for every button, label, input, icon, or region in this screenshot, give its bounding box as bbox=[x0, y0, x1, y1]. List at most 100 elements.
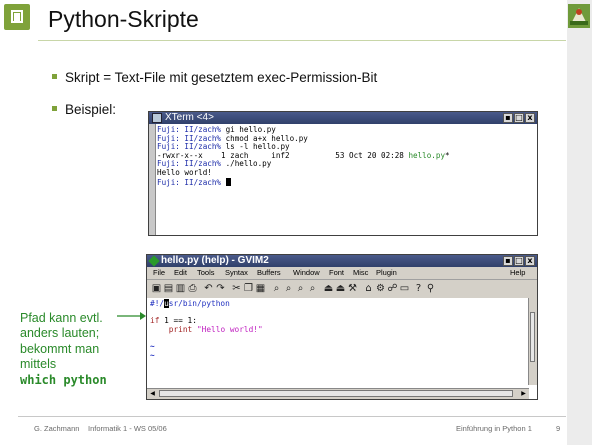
bullet-item: Skript = Text-File mit gesetztem exec-Pe… bbox=[52, 70, 377, 85]
annotation: Pfad kann evtl. anders lauten; bekommt m… bbox=[20, 311, 107, 388]
annotation-line: anders lauten; bbox=[20, 326, 100, 341]
find-help-icon[interactable]: ⚲ bbox=[425, 283, 436, 294]
close-button[interactable]: x bbox=[525, 256, 535, 266]
program-output: Hello world! bbox=[157, 167, 212, 177]
terminal-cursor bbox=[225, 177, 231, 186]
minimize-button[interactable]: ▪ bbox=[503, 113, 513, 123]
tags-icon[interactable]: ⚙ bbox=[375, 283, 386, 294]
shell-prompt: Fuji: II/zach% bbox=[157, 177, 222, 187]
run-script-icon[interactable]: ⏏ bbox=[335, 283, 346, 294]
gvim-toolbar: ▣ ▤ ▥ ⎙ ↶ ↷ ✂ ❐ ▦ ⌕ ⌕ ⌕ ⌕ ⏏ ⏏ ⚒ ⌂ ⚙ ☍ ▭ … bbox=[147, 280, 537, 299]
menu-edit[interactable]: Edit bbox=[174, 267, 187, 279]
editor-area[interactable]: #!/usr/bin/python if 1 == 1: print "Hell… bbox=[147, 298, 529, 385]
horizontal-scrollbar[interactable]: ◀ ▶ bbox=[147, 388, 529, 399]
person-logo bbox=[568, 4, 590, 28]
redo-icon[interactable]: ↷ bbox=[215, 283, 226, 294]
save-all-icon[interactable]: ▥ bbox=[175, 283, 186, 294]
listing-suffix: * bbox=[445, 150, 450, 160]
xterm-titlebar[interactable]: XTerm <4> ▪ □ x bbox=[149, 112, 537, 124]
tree-logo bbox=[4, 4, 30, 30]
menu-window[interactable]: Window bbox=[293, 267, 320, 279]
close-button[interactable]: x bbox=[525, 113, 535, 123]
terminal-line: Fuji: II/zach% bbox=[157, 177, 231, 187]
folder-icon[interactable]: ▭ bbox=[399, 283, 410, 294]
side-band bbox=[567, 0, 592, 445]
print-keyword: print bbox=[168, 324, 193, 334]
maximize-button[interactable]: □ bbox=[514, 113, 524, 123]
gvim-window[interactable]: hello.py (help) - GVIM2 ▪ □ x File Edit … bbox=[146, 254, 538, 400]
arrow-icon bbox=[117, 312, 146, 320]
menu-font[interactable]: Font bbox=[329, 267, 344, 279]
window-buttons: ▪ □ x bbox=[503, 256, 535, 266]
vim-icon bbox=[148, 255, 160, 267]
gvim-titlebar[interactable]: hello.py (help) - GVIM2 ▪ □ x bbox=[147, 255, 537, 267]
footer-course: Informatik 1 - WS 05/06 bbox=[88, 424, 167, 433]
terminal-icon bbox=[152, 113, 162, 123]
command-text: ./hello.py bbox=[221, 159, 272, 169]
menu-tools[interactable]: Tools bbox=[197, 267, 215, 279]
print-icon[interactable]: ⎙ bbox=[187, 283, 198, 294]
bullet-text: Skript = Text-File mit gesetztem exec-Pe… bbox=[65, 70, 378, 85]
find-prev-icon[interactable]: ⌕ bbox=[295, 283, 306, 294]
xterm-window[interactable]: XTerm <4> ▪ □ x Fuji: II/zach% gi hello.… bbox=[148, 111, 538, 236]
bullet-text: Beispiel: bbox=[65, 102, 117, 117]
scroll-thumb[interactable] bbox=[159, 390, 513, 397]
replace-icon[interactable]: ⌕ bbox=[271, 283, 282, 294]
bullet-item: Beispiel: bbox=[52, 102, 116, 117]
gvim-title: hello.py (help) - GVIM2 bbox=[161, 255, 269, 266]
open-icon[interactable]: ▣ bbox=[151, 283, 162, 294]
slide: Python-Skripte Skript = Text-File mit ge… bbox=[0, 0, 592, 445]
annotation-command: which python bbox=[20, 372, 107, 387]
footer-divider bbox=[18, 416, 566, 417]
undo-icon[interactable]: ↶ bbox=[203, 283, 214, 294]
cut-icon[interactable]: ✂ bbox=[231, 283, 242, 294]
shebang-head: #!/ bbox=[150, 299, 165, 308]
paste-icon[interactable]: ▦ bbox=[255, 283, 266, 294]
logo-mark bbox=[14, 13, 20, 21]
page-number: 9 bbox=[556, 424, 561, 433]
vertical-scrollbar[interactable] bbox=[528, 298, 537, 385]
terminal-line: Hello world! bbox=[157, 168, 212, 177]
scroll-right-icon[interactable]: ▶ bbox=[519, 389, 528, 398]
menu-misc[interactable]: Misc bbox=[353, 267, 368, 279]
scroll-left-icon[interactable]: ◀ bbox=[148, 389, 157, 398]
gvim-menubar: File Edit Tools Syntax Buffers Window Fo… bbox=[147, 267, 537, 280]
save-session-icon[interactable]: ⏏ bbox=[323, 283, 334, 294]
load-session-icon[interactable]: ⌕ bbox=[307, 283, 318, 294]
jump-icon[interactable]: ☍ bbox=[387, 283, 398, 294]
find-next-icon[interactable]: ⌕ bbox=[283, 283, 294, 294]
if-keyword: if bbox=[150, 316, 160, 326]
maximize-button[interactable]: □ bbox=[514, 256, 524, 266]
bullet-square-icon bbox=[52, 74, 57, 79]
annotation-line: mittels bbox=[20, 357, 57, 372]
empty-line-marker: ~ bbox=[150, 350, 155, 360]
save-icon[interactable]: ▤ bbox=[163, 283, 174, 294]
minimize-button[interactable]: ▪ bbox=[503, 256, 513, 266]
bullet-square-icon bbox=[52, 106, 57, 111]
menu-syntax[interactable]: Syntax bbox=[225, 267, 248, 279]
terminal-output: Fuji: II/zach% gi hello.py Fuji: II/zach… bbox=[157, 125, 450, 187]
page-title: Python-Skripte bbox=[48, 6, 199, 32]
help-icon[interactable]: ? bbox=[413, 283, 424, 294]
footer-author: G. Zachmann bbox=[34, 424, 80, 433]
menu-plugin[interactable]: Plugin bbox=[376, 267, 397, 279]
annotation-line: bekommt man bbox=[20, 341, 100, 356]
shebang-tail: sr/bin/python bbox=[168, 299, 230, 308]
code-buffer[interactable]: #!/usr/bin/python if 1 == 1: print "Hell… bbox=[150, 299, 263, 360]
scroll-thumb[interactable] bbox=[530, 312, 535, 362]
menu-buffers[interactable]: Buffers bbox=[257, 267, 281, 279]
menu-file[interactable]: File bbox=[153, 267, 165, 279]
terminal-body[interactable]: Fuji: II/zach% gi hello.py Fuji: II/zach… bbox=[149, 124, 537, 235]
xterm-title: XTerm <4> bbox=[165, 112, 214, 123]
annotation-line: Pfad kann evtl. bbox=[20, 311, 103, 325]
title-divider bbox=[38, 40, 566, 41]
terminal-scrollbar[interactable] bbox=[149, 124, 156, 235]
footer-chapter: Einführung in Python 1 bbox=[456, 424, 532, 433]
shell-icon[interactable]: ⌂ bbox=[363, 283, 374, 294]
make-icon[interactable]: ⚒ bbox=[347, 283, 358, 294]
string-literal: "Hello world!" bbox=[196, 324, 263, 334]
copy-icon[interactable]: ❐ bbox=[243, 283, 254, 294]
menu-help[interactable]: Help bbox=[510, 267, 525, 279]
window-buttons: ▪ □ x bbox=[503, 113, 535, 123]
listing-filename: hello.py bbox=[408, 150, 446, 160]
